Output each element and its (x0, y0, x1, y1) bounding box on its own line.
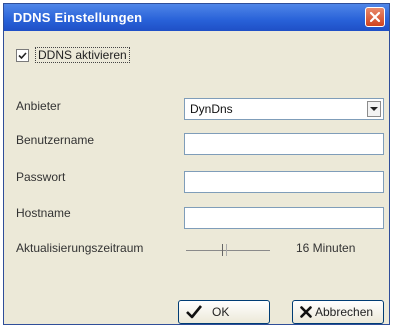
update-interval-slider[interactable] (186, 244, 270, 256)
dropdown-arrow-button[interactable] (367, 101, 381, 117)
hostname-input[interactable] (184, 207, 384, 229)
username-input[interactable] (184, 133, 384, 155)
slider-thumb[interactable] (222, 244, 227, 256)
password-label: Passwort (16, 170, 66, 184)
cancel-button[interactable]: Abbrechen (292, 300, 384, 324)
provider-label: Anbieter (16, 99, 61, 113)
cross-icon (300, 306, 312, 318)
close-button[interactable] (365, 7, 385, 27)
hostname-label: Hostname (16, 206, 71, 220)
password-input[interactable] (184, 171, 384, 193)
ok-button[interactable]: OK (178, 300, 270, 324)
checkmark-icon (186, 305, 202, 319)
update-interval-label: Aktualisierungszeitraum (16, 241, 144, 255)
ddns-settings-dialog: DDNS Einstellungen DDNS aktivieren Anbie… (3, 3, 390, 325)
title-bar[interactable]: DDNS Einstellungen (4, 4, 389, 31)
checkmark-icon (18, 51, 27, 59)
checkbox-box[interactable] (16, 48, 29, 62)
provider-select[interactable]: DynDns (184, 98, 384, 120)
close-icon (369, 11, 381, 23)
chevron-down-icon (370, 107, 378, 111)
enable-ddns-label: DDNS aktivieren (35, 47, 130, 63)
username-label: Benutzername (16, 133, 95, 147)
cancel-label: Abbrechen (315, 305, 374, 319)
slider-track (186, 250, 270, 251)
dialog-title: DDNS Einstellungen (13, 10, 143, 25)
ok-label: OK (212, 305, 230, 319)
dialog-body: DDNS aktivieren Anbieter DynDns Benutzer… (4, 31, 389, 324)
enable-ddns-checkbox[interactable]: DDNS aktivieren (16, 47, 130, 63)
update-interval-value: 16 Minuten (296, 241, 356, 255)
provider-value: DynDns (190, 102, 233, 116)
